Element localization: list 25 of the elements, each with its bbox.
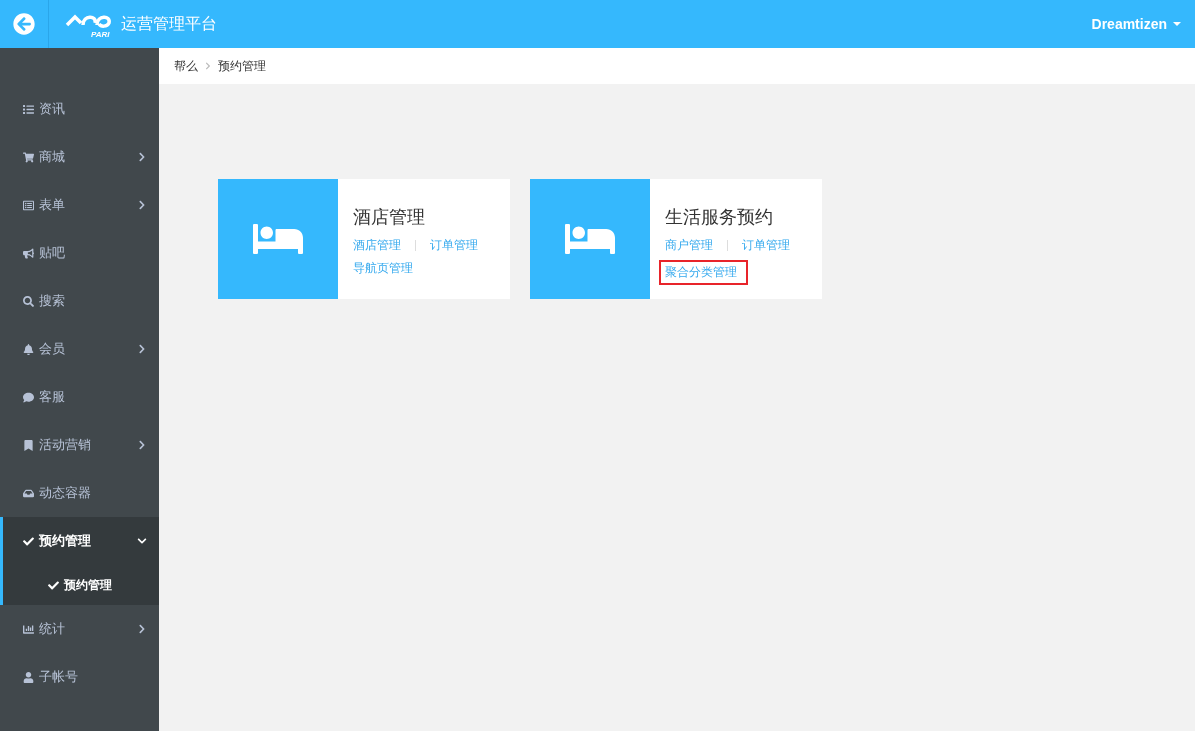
sidebar-item[interactable]: 客服 [3,373,159,421]
sidebar-item[interactable]: 活动营销 [3,421,159,469]
app-title: 运营管理平台 [121,13,217,34]
card-title: 生活服务预约 [665,206,774,229]
card-link[interactable]: 导航页管理 [353,260,413,277]
sidebar-item[interactable]: 表单 [3,181,159,229]
card-link[interactable]: 订单管理 [430,237,478,254]
sidebar-item[interactable]: 会员 [3,325,159,373]
sidebar-item[interactable]: 子帐号 [3,653,159,701]
sidebar-item[interactable]: 商城 [3,133,159,181]
sidebar-item[interactable]: 动态容器 [3,469,159,517]
sidebar-item[interactable]: 搜索 [3,277,159,325]
logo-text: PARI [91,29,111,39]
breadcrumb-item: 预约管理 [218,57,266,75]
card-title: 酒店管理 [353,206,426,229]
sidebar-item[interactable]: 预约管理 [3,517,159,565]
sidebar-subitem[interactable]: 预约管理 [3,565,159,605]
card-link[interactable]: 酒店管理 [353,237,401,254]
card-link[interactable]: 聚合分类管理 [659,260,748,285]
card-link[interactable]: 商户管理 [665,237,713,254]
card-link[interactable]: 订单管理 [742,237,790,254]
breadcrumb-item[interactable]: 帮么 [174,57,198,75]
sidebar-item[interactable]: 统计 [3,605,159,653]
sidebar-item[interactable]: 贴吧 [3,229,159,277]
sidebar-item[interactable]: 资讯 [3,85,159,133]
